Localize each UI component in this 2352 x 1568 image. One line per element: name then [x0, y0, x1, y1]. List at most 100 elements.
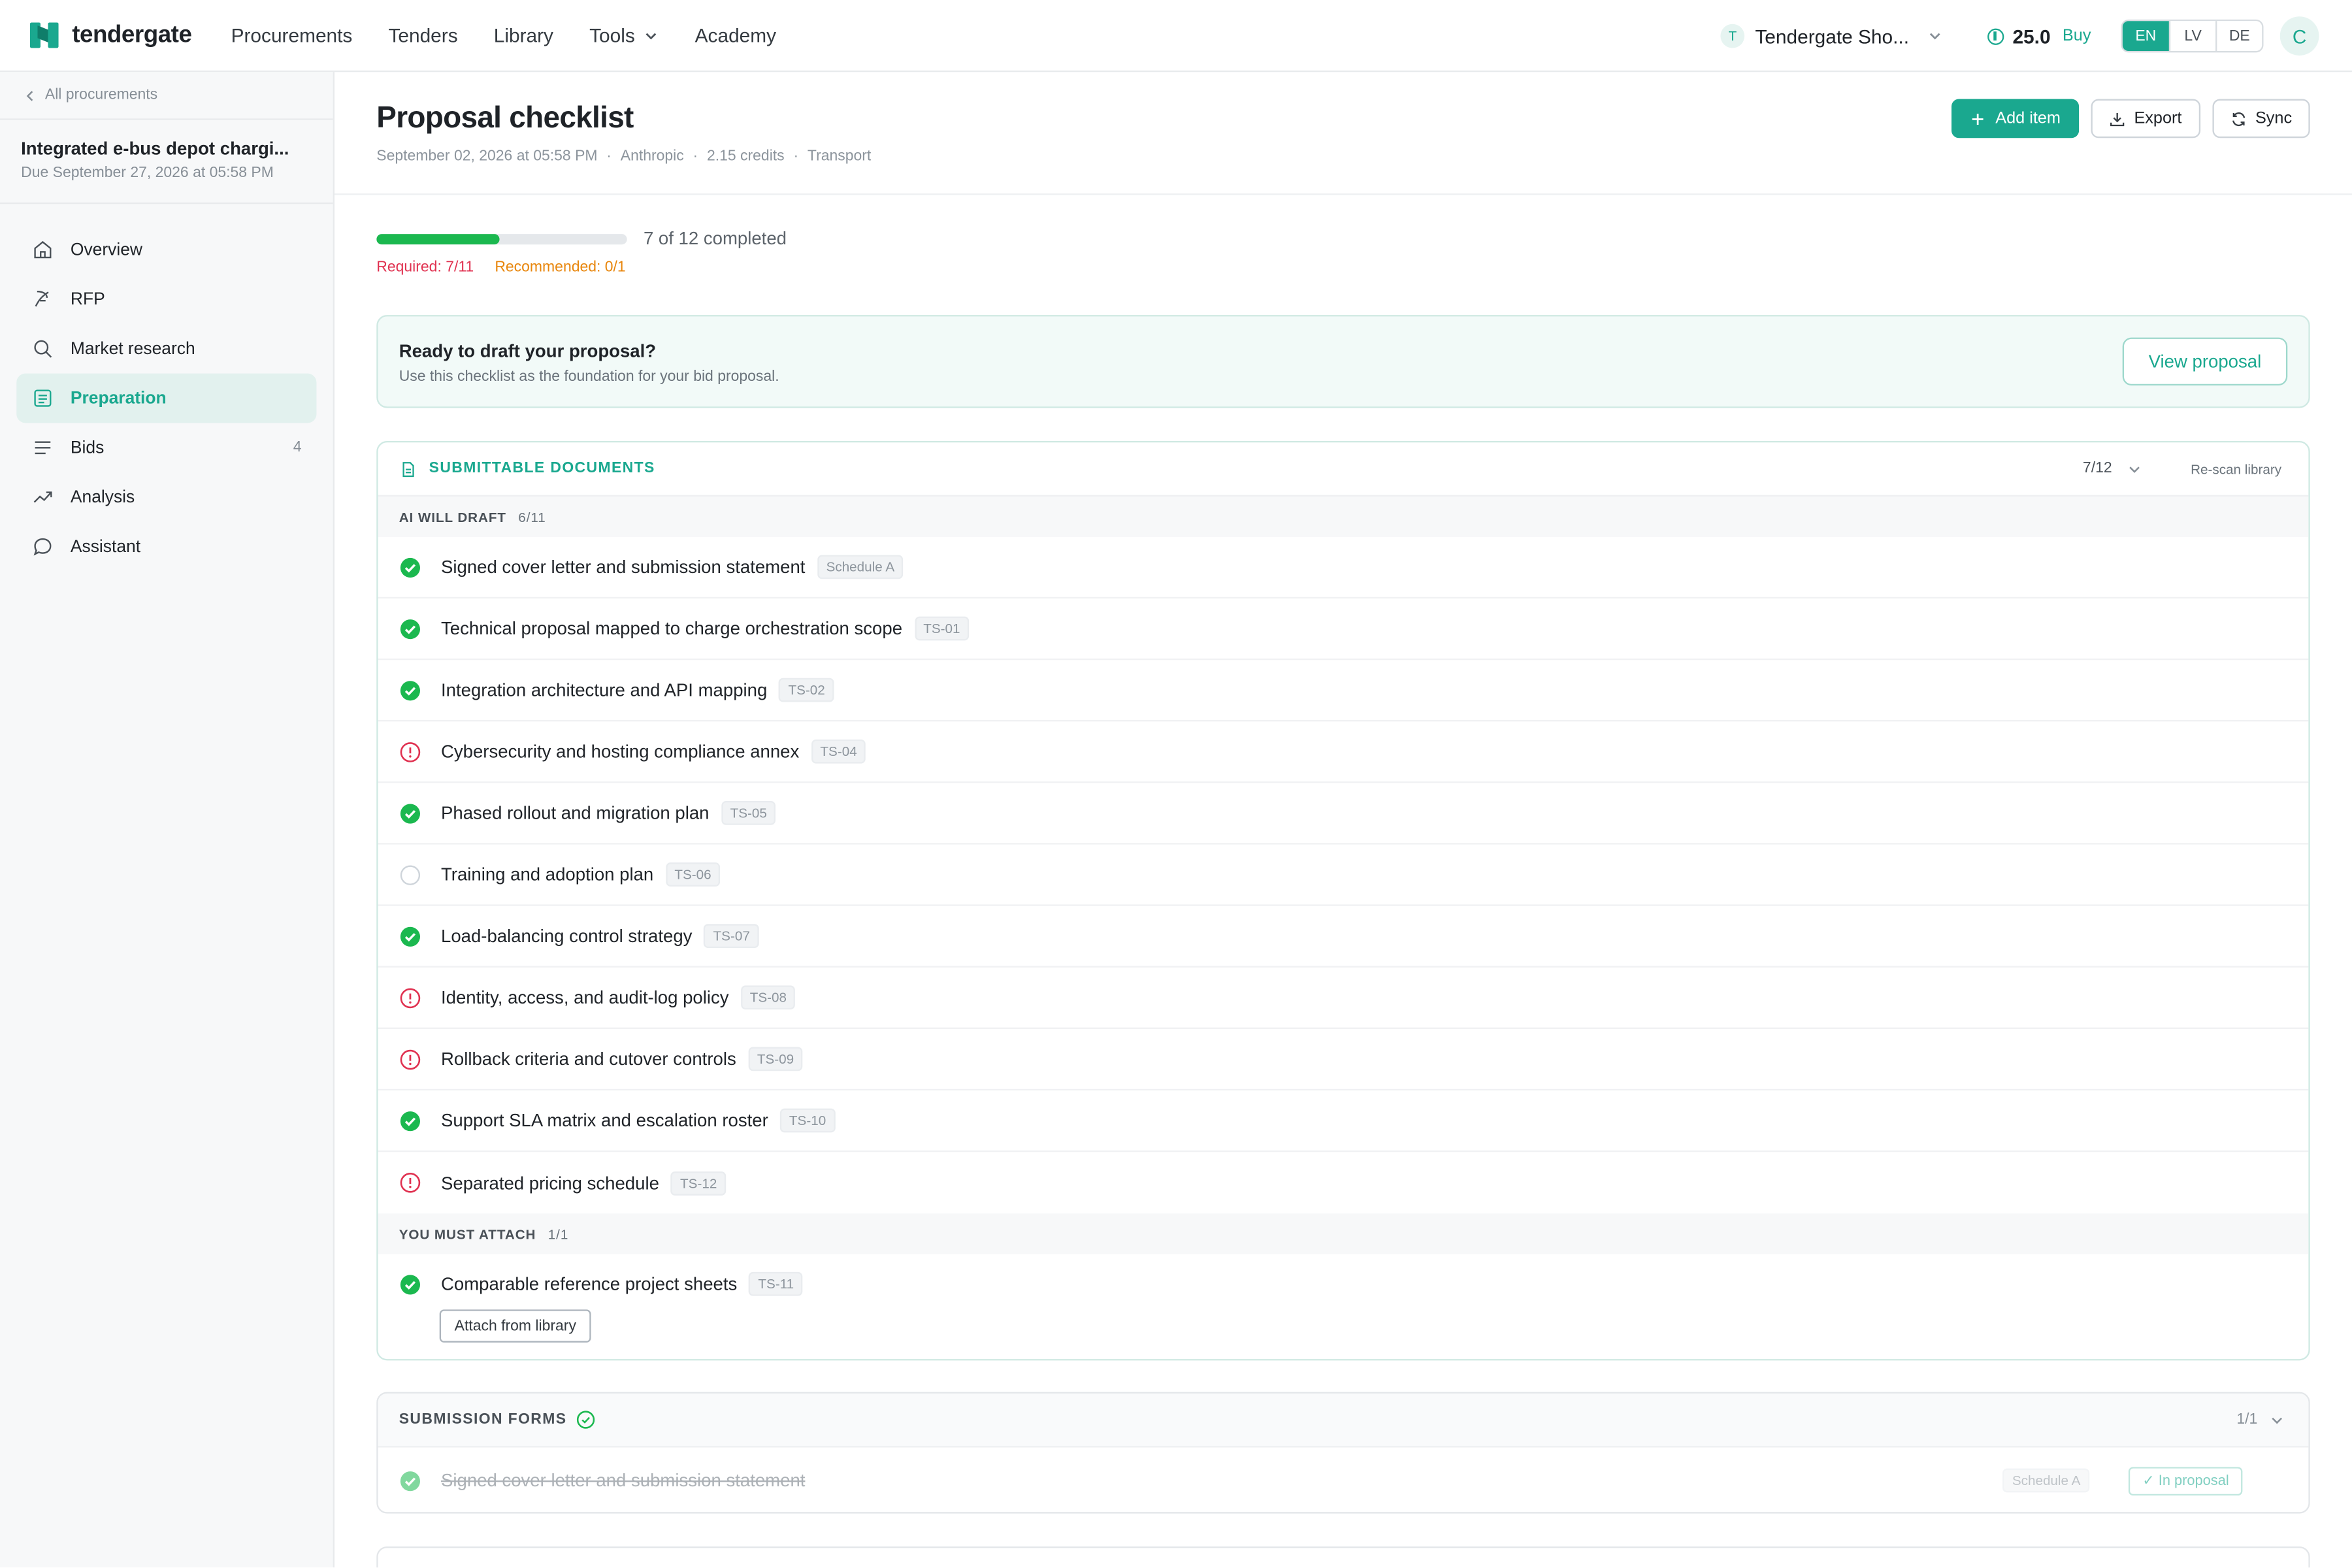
meta-credits: 2.15 credits — [706, 148, 785, 165]
coin-icon — [1987, 27, 2004, 44]
sidebar-item-analysis[interactable]: Analysis — [16, 472, 316, 522]
section-count[interactable]: 1/1 — [2236, 1411, 2284, 1428]
list-item[interactable]: Support SLA matrix and escalation roster… — [378, 1090, 2309, 1152]
list-item[interactable]: Phased rollout and migration plan TS-05 — [378, 783, 2309, 845]
export-button[interactable]: Export — [2090, 99, 2200, 139]
export-label: Export — [2134, 109, 2182, 128]
item-tag: TS-09 — [748, 1047, 803, 1071]
list-item[interactable]: Separated pricing schedule TS-12 — [378, 1152, 2309, 1213]
empty-circle-icon[interactable] — [399, 863, 421, 885]
sidebar-item-market-research[interactable]: Market research — [16, 324, 316, 374]
chat-icon — [33, 538, 52, 556]
check-circle-icon[interactable] — [399, 1273, 421, 1295]
nav-procurements[interactable]: Procurements — [231, 24, 353, 46]
alert-circle-icon[interactable] — [399, 987, 421, 1009]
in-proposal-badge: ✓ In proposal — [2129, 1466, 2243, 1495]
item-title: Signed cover letter and submission state… — [440, 1469, 806, 1492]
language-switcher: EN LV DE — [2121, 19, 2264, 53]
nav-tools[interactable]: Tools — [589, 24, 659, 46]
list-item[interactable]: Cybersecurity and hosting compliance ann… — [378, 721, 2309, 783]
top-bar: tendergate Procurements Tenders Library … — [0, 0, 2352, 73]
list-item[interactable]: Training and adoption plan TS-06 — [378, 845, 2309, 906]
check-circle-icon[interactable] — [399, 1469, 421, 1492]
chevron-left-icon — [26, 90, 33, 101]
chevron-down-icon — [1929, 33, 1940, 40]
list-item[interactable]: Signed cover letter and submission state… — [378, 1448, 2309, 1512]
refresh-icon — [2231, 111, 2245, 125]
item-title: Separated pricing schedule — [440, 1172, 659, 1194]
buy-credits-link[interactable]: Buy — [2063, 27, 2091, 45]
alert-circle-icon[interactable] — [399, 1048, 421, 1070]
chevron-down-icon — [646, 32, 657, 39]
rescan-library-button[interactable]: Re-scan library — [2191, 461, 2281, 476]
item-tag: TS-12 — [671, 1170, 727, 1195]
section-count-value: 7/12 — [2082, 460, 2112, 478]
nav-library[interactable]: Library — [494, 24, 553, 46]
list-icon — [35, 441, 51, 455]
meta-category: Transport — [807, 148, 872, 165]
item-title: Cybersecurity and hosting compliance ann… — [440, 741, 800, 762]
user-avatar[interactable]: C — [2279, 16, 2319, 56]
add-item-label: Add item — [1995, 109, 2061, 128]
org-switcher[interactable]: T Tendergate Sho... — [1720, 24, 1942, 48]
list-item[interactable]: Technical proposal mapped to charge orch… — [378, 598, 2309, 661]
plus-icon — [1972, 112, 1984, 124]
back-link[interactable]: All procurements — [0, 72, 333, 120]
sync-button[interactable]: Sync — [2212, 99, 2310, 139]
submittable-documents-section: SUBMITTABLE DOCUMENTS 7/12 Re-scan libra… — [376, 440, 2310, 1361]
check-circle-icon[interactable] — [399, 924, 421, 947]
procurement-summary: Integrated e-bus depot chargi... Due Sep… — [0, 120, 333, 204]
nav-academy[interactable]: Academy — [695, 24, 776, 46]
sidebar-item-overview[interactable]: Overview — [16, 225, 316, 274]
banner-subtitle: Use this checklist as the foundation for… — [399, 368, 779, 386]
item-title: Identity, access, and audit-log policy — [440, 987, 729, 1008]
list-item[interactable]: Load-balancing control strategy TS-07 — [378, 906, 2309, 968]
list-item[interactable]: Identity, access, and audit-log policy TS… — [378, 968, 2309, 1029]
check-circle-icon[interactable] — [399, 802, 421, 824]
list-item[interactable]: Rollback criteria and cutover controls TS… — [378, 1029, 2309, 1091]
list-item[interactable]: Integration architecture and API mapping… — [378, 660, 2309, 722]
section-title: SUBMITTABLE DOCUMENTS — [429, 460, 655, 478]
submission-forms-section: SUBMISSION FORMS 1/1 Signed cover letter… — [376, 1392, 2310, 1514]
lang-lv[interactable]: LV — [2168, 21, 2215, 52]
requirement-counts: Required: 7/11 Recommended: 0/1 — [376, 259, 625, 276]
add-item-button[interactable]: Add item — [1952, 99, 2079, 139]
item-title: Phased rollout and migration plan — [440, 802, 710, 824]
attach-from-library-button[interactable]: Attach from library — [439, 1309, 591, 1343]
section-count[interactable]: 7/12 — [2083, 461, 2142, 477]
ai-draft-group: AI WILL DRAFT 6/11 — [378, 496, 2309, 537]
brand-logo[interactable]: tendergate — [29, 22, 207, 48]
view-proposal-button[interactable]: View proposal — [2122, 337, 2288, 386]
procurement-due: Due September 27, 2026 at 05:58 PM — [21, 165, 274, 182]
feather-icon — [35, 291, 49, 307]
alert-circle-icon[interactable] — [399, 740, 421, 762]
trend-icon — [33, 491, 52, 503]
check-circle-icon[interactable] — [399, 556, 421, 578]
sidebar-item-rfp[interactable]: RFP — [16, 274, 316, 324]
check-circle-outline-icon — [576, 1411, 595, 1429]
nav-tenders[interactable]: Tenders — [388, 24, 457, 46]
chevron-down-icon — [2272, 1416, 2282, 1424]
section-header[interactable]: SUBMISSION FORMS 1/1 — [378, 1393, 2309, 1448]
sidebar-item-assistant[interactable]: Assistant — [16, 522, 316, 572]
lang-de[interactable]: DE — [2215, 21, 2262, 52]
check-circle-icon[interactable] — [399, 617, 421, 640]
alert-circle-icon[interactable] — [399, 1171, 421, 1194]
download-icon — [2110, 112, 2124, 126]
org-avatar: T — [1720, 24, 1745, 48]
header-actions: Add item Export Sync — [1940, 99, 2310, 139]
section-header[interactable]: SUBMITTABLE DOCUMENTS 7/12 Re-scan libra… — [378, 442, 2309, 497]
home-icon — [34, 240, 52, 259]
lang-en[interactable]: EN — [2122, 21, 2169, 52]
check-circle-icon[interactable] — [399, 679, 421, 701]
next-section — [376, 1546, 2310, 1568]
progress-fill — [376, 233, 500, 244]
sidebar-item-label: Bids — [70, 438, 105, 457]
check-circle-icon[interactable] — [399, 1109, 421, 1132]
list-item[interactable]: Comparable reference project sheets TS-1… — [378, 1254, 2309, 1356]
sidebar-item-bids[interactable]: Bids 4 — [16, 423, 316, 472]
sidebar-item-preparation[interactable]: Preparation — [16, 373, 317, 423]
brand-name: tendergate — [72, 22, 192, 48]
page-title: Proposal checklist — [376, 102, 634, 135]
list-item[interactable]: Signed cover letter and submission state… — [378, 537, 2309, 599]
